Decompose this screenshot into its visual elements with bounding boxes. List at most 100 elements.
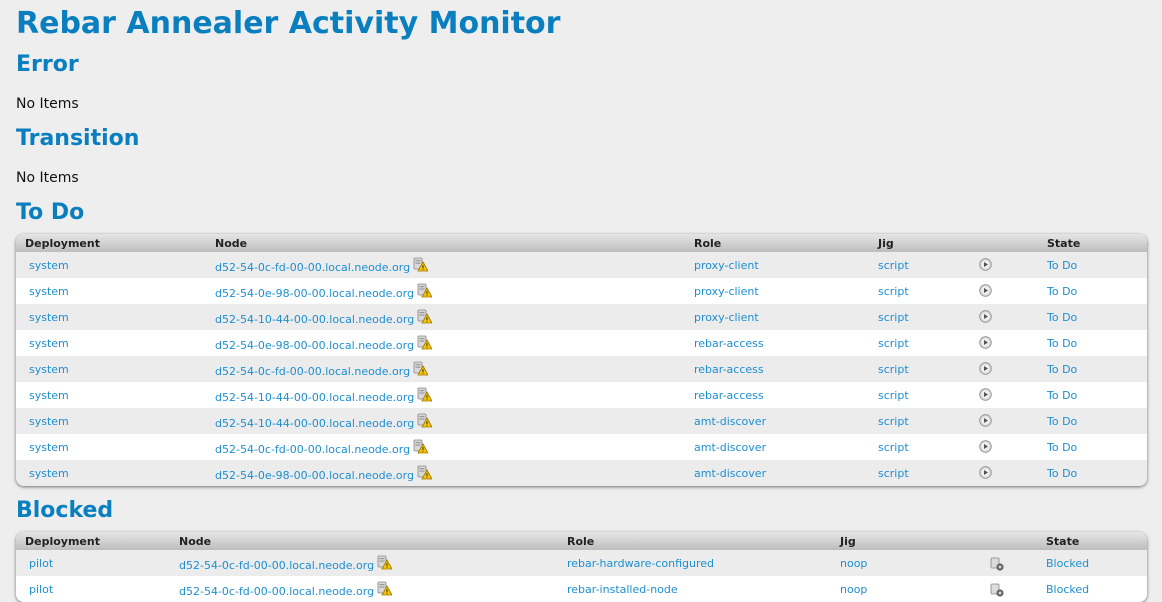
warning-node-icon [417, 465, 432, 480]
run-script-icon[interactable] [979, 414, 992, 427]
column-header-node: Node [215, 237, 248, 250]
jig-link[interactable]: script [878, 441, 909, 454]
run-script-icon[interactable] [979, 440, 992, 453]
node-link[interactable]: d52-54-10-44-00-00.local.neode.org [215, 313, 414, 326]
page-title: Rebar Annealer Activity Monitor [16, 6, 561, 41]
column-header-role: Role [567, 535, 595, 548]
todo-table-header: Deployment Node Role Jig State [16, 234, 1147, 252]
error-empty-text: No Items [16, 96, 79, 112]
state-link[interactable]: To Do [1047, 415, 1077, 428]
warning-node-icon [417, 387, 432, 402]
table-row: system d52-54-0e-98-00-00.local.neode.org… [16, 460, 1147, 486]
node-link[interactable]: d52-54-0e-98-00-00.local.neode.org [215, 469, 414, 482]
blocked-table: Deployment Node Role Jig State pilot d52-… [16, 532, 1147, 602]
jig-link[interactable]: script [878, 467, 909, 480]
role-link[interactable]: amt-discover [694, 415, 766, 428]
jig-link[interactable]: script [878, 285, 909, 298]
column-header-jig: Jig [878, 237, 894, 250]
blocked-table-body: pilot d52-54-0c-fd-00-00.local.neode.org r… [16, 550, 1147, 602]
table-row: system d52-54-10-44-00-00.local.neode.org… [16, 304, 1147, 330]
warning-node-icon [417, 335, 432, 350]
column-header-state: State [1046, 535, 1080, 548]
role-link[interactable]: amt-discover [694, 467, 766, 480]
node-link[interactable]: d52-54-0c-fd-00-00.local.neode.org [215, 261, 410, 274]
run-script-icon[interactable] [979, 284, 992, 297]
node-link[interactable]: d52-54-10-44-00-00.local.neode.org [215, 391, 414, 404]
state-link[interactable]: To Do [1047, 363, 1077, 376]
activity-monitor-page: Rebar Annealer Activity Monitor Error No… [0, 0, 1162, 602]
transition-empty-text: No Items [16, 170, 79, 186]
table-row: system d52-54-10-44-00-00.local.neode.org… [16, 382, 1147, 408]
deployment-link[interactable]: system [29, 467, 69, 480]
table-row: system d52-54-10-44-00-00.local.neode.org… [16, 408, 1147, 434]
role-link[interactable]: rebar-access [694, 363, 764, 376]
deployment-link[interactable]: system [29, 415, 69, 428]
node-link[interactable]: d52-54-10-44-00-00.local.neode.org [215, 417, 414, 430]
role-link[interactable]: rebar-access [694, 337, 764, 350]
table-row: pilot d52-54-0c-fd-00-00.local.neode.org r… [16, 550, 1147, 576]
state-link[interactable]: To Do [1047, 259, 1077, 272]
role-link[interactable]: rebar-hardware-configured [567, 557, 714, 570]
jig-link[interactable]: script [878, 415, 909, 428]
run-script-icon[interactable] [979, 258, 992, 271]
gear-icon[interactable] [990, 583, 1004, 597]
jig-link[interactable]: script [878, 259, 909, 272]
column-header-jig: Jig [840, 535, 856, 548]
state-link[interactable]: To Do [1047, 467, 1077, 480]
gear-icon[interactable] [990, 557, 1004, 571]
warning-node-icon [417, 413, 432, 428]
table-row: pilot d52-54-0c-fd-00-00.local.neode.org r… [16, 576, 1147, 602]
blocked-table-header: Deployment Node Role Jig State [16, 532, 1147, 550]
state-link[interactable]: To Do [1047, 337, 1077, 350]
deployment-link[interactable]: pilot [29, 557, 53, 570]
jig-link[interactable]: script [878, 311, 909, 324]
node-link[interactable]: d52-54-0c-fd-00-00.local.neode.org [215, 443, 410, 456]
node-link[interactable]: d52-54-0e-98-00-00.local.neode.org [215, 339, 414, 352]
deployment-link[interactable]: system [29, 389, 69, 402]
section-title-transition: Transition [16, 126, 140, 151]
warning-node-icon [377, 555, 392, 570]
table-row: system d52-54-0c-fd-00-00.local.neode.org… [16, 434, 1147, 460]
warning-node-icon [413, 257, 428, 272]
state-link[interactable]: To Do [1047, 311, 1077, 324]
state-link[interactable]: To Do [1047, 389, 1077, 402]
state-link[interactable]: To Do [1047, 285, 1077, 298]
node-link[interactable]: d52-54-0c-fd-00-00.local.neode.org [215, 365, 410, 378]
run-script-icon[interactable] [979, 388, 992, 401]
jig-link[interactable]: script [878, 337, 909, 350]
run-script-icon[interactable] [979, 466, 992, 479]
todo-table: Deployment Node Role Jig State system d52… [16, 234, 1147, 486]
deployment-link[interactable]: system [29, 441, 69, 454]
warning-node-icon [417, 283, 432, 298]
deployment-link[interactable]: system [29, 337, 69, 350]
role-link[interactable]: rebar-access [694, 389, 764, 402]
column-header-role: Role [694, 237, 722, 250]
table-row: system d52-54-0c-fd-00-00.local.neode.org… [16, 252, 1147, 278]
jig-link[interactable]: noop [840, 557, 867, 570]
node-link[interactable]: d52-54-0c-fd-00-00.local.neode.org [179, 585, 374, 598]
deployment-link[interactable]: system [29, 259, 69, 272]
node-link[interactable]: d52-54-0e-98-00-00.local.neode.org [215, 287, 414, 300]
warning-node-icon [413, 361, 428, 376]
deployment-link[interactable]: system [29, 363, 69, 376]
deployment-link[interactable]: system [29, 311, 69, 324]
run-script-icon[interactable] [979, 362, 992, 375]
jig-link[interactable]: script [878, 363, 909, 376]
warning-node-icon [417, 309, 432, 324]
section-title-error: Error [16, 52, 79, 77]
node-link[interactable]: d52-54-0c-fd-00-00.local.neode.org [179, 559, 374, 572]
column-header-deployment: Deployment [25, 535, 100, 548]
role-link[interactable]: proxy-client [694, 311, 759, 324]
run-script-icon[interactable] [979, 336, 992, 349]
run-script-icon[interactable] [979, 310, 992, 323]
warning-node-icon [377, 581, 392, 596]
role-link[interactable]: amt-discover [694, 441, 766, 454]
role-link[interactable]: proxy-client [694, 259, 759, 272]
role-link[interactable]: proxy-client [694, 285, 759, 298]
state-link[interactable]: To Do [1047, 441, 1077, 454]
state-link[interactable]: Blocked [1046, 557, 1089, 570]
table-row: system d52-54-0e-98-00-00.local.neode.org… [16, 330, 1147, 356]
deployment-link[interactable]: system [29, 285, 69, 298]
jig-link[interactable]: script [878, 389, 909, 402]
table-row: system d52-54-0c-fd-00-00.local.neode.org… [16, 356, 1147, 382]
